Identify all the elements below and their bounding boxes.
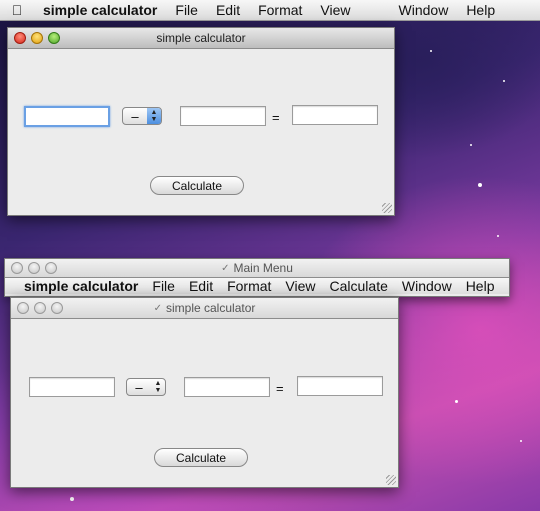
star (520, 440, 522, 442)
calculate-button[interactable]: Calculate (154, 448, 248, 467)
zoom-button[interactable] (45, 262, 57, 274)
operand1-field[interactable] (24, 106, 110, 127)
menu-window[interactable]: Window (395, 278, 459, 294)
updown-arrows-icon: ▲ ▼ (154, 380, 162, 394)
zoom-button[interactable] (48, 32, 60, 44)
menu-help[interactable]: Help (459, 278, 502, 294)
updown-arrows-icon: ▲ ▼ (147, 108, 161, 124)
star (497, 235, 499, 237)
app-menubar: simple calculator File Edit Format View … (5, 278, 509, 294)
menu-help[interactable]: Help (457, 2, 504, 18)
close-button[interactable] (14, 32, 26, 44)
menu-format[interactable]: Format (249, 2, 311, 18)
menu-format[interactable]: Format (220, 278, 278, 294)
menu-view[interactable]: View (278, 278, 322, 294)
menu-app-name[interactable]: simple calculator (17, 278, 145, 294)
star (470, 144, 472, 146)
zoom-button[interactable] (51, 302, 63, 314)
titlebar[interactable]: ✓ simple calculator (11, 298, 398, 319)
equals-sign: = (276, 381, 284, 396)
star (503, 80, 505, 82)
window-controls (17, 302, 63, 314)
calculator-window-active: simple calculator – ▲ ▼ = Calculate (7, 27, 395, 216)
minimize-button[interactable] (28, 262, 40, 274)
star (455, 400, 458, 403)
window-controls (11, 262, 57, 274)
menu-window[interactable]: Window (390, 2, 458, 18)
titlebar[interactable]: simple calculator (8, 28, 394, 49)
menu-edit[interactable]: Edit (182, 278, 220, 294)
equals-sign: = (272, 110, 280, 125)
menu-file[interactable]: File (145, 278, 182, 294)
close-button[interactable] (17, 302, 29, 314)
resize-grip[interactable] (382, 203, 392, 213)
operator-popup[interactable]: – ▲ ▼ (122, 107, 162, 125)
apple-icon[interactable]:  (0, 2, 34, 18)
menu-view[interactable]: View (311, 2, 359, 18)
resize-grip[interactable] (386, 475, 396, 485)
menu-file[interactable]: File (166, 2, 207, 18)
operand1-field[interactable] (29, 377, 115, 397)
result-field[interactable] (297, 376, 383, 396)
main-menu-window: ✓ Main Menu simple calculator File Edit … (4, 258, 510, 297)
menu-edit[interactable]: Edit (207, 2, 249, 18)
operator-value: – (135, 379, 143, 395)
operand2-field[interactable] (180, 106, 266, 126)
operand2-field[interactable] (184, 377, 270, 397)
document-icon: ✓ (221, 262, 230, 274)
calculate-button[interactable]: Calculate (150, 176, 244, 195)
document-icon: ✓ (153, 302, 162, 314)
close-button[interactable] (11, 262, 23, 274)
calculator-window-inactive: ✓ simple calculator – ▲ ▼ = Calculate (10, 297, 399, 488)
operator-popup[interactable]: – ▲ ▼ (126, 378, 166, 396)
star (70, 497, 74, 501)
window-title: simple calculator (156, 31, 246, 45)
minimize-button[interactable] (31, 32, 43, 44)
minimize-button[interactable] (34, 302, 46, 314)
operator-value: – (131, 108, 139, 124)
system-menubar:  simple calculator File Edit Format Vie… (0, 0, 540, 21)
window-controls (14, 32, 60, 44)
menu-calculate[interactable]: Calculate (323, 278, 395, 294)
main-menu-title: Main Menu (233, 261, 293, 275)
window-title: simple calculator (166, 301, 256, 315)
main-menu-titlebar[interactable]: ✓ Main Menu (5, 259, 509, 278)
star (430, 50, 432, 52)
menu-app-name[interactable]: simple calculator (34, 2, 166, 18)
result-field[interactable] (292, 105, 378, 125)
star (478, 183, 482, 187)
